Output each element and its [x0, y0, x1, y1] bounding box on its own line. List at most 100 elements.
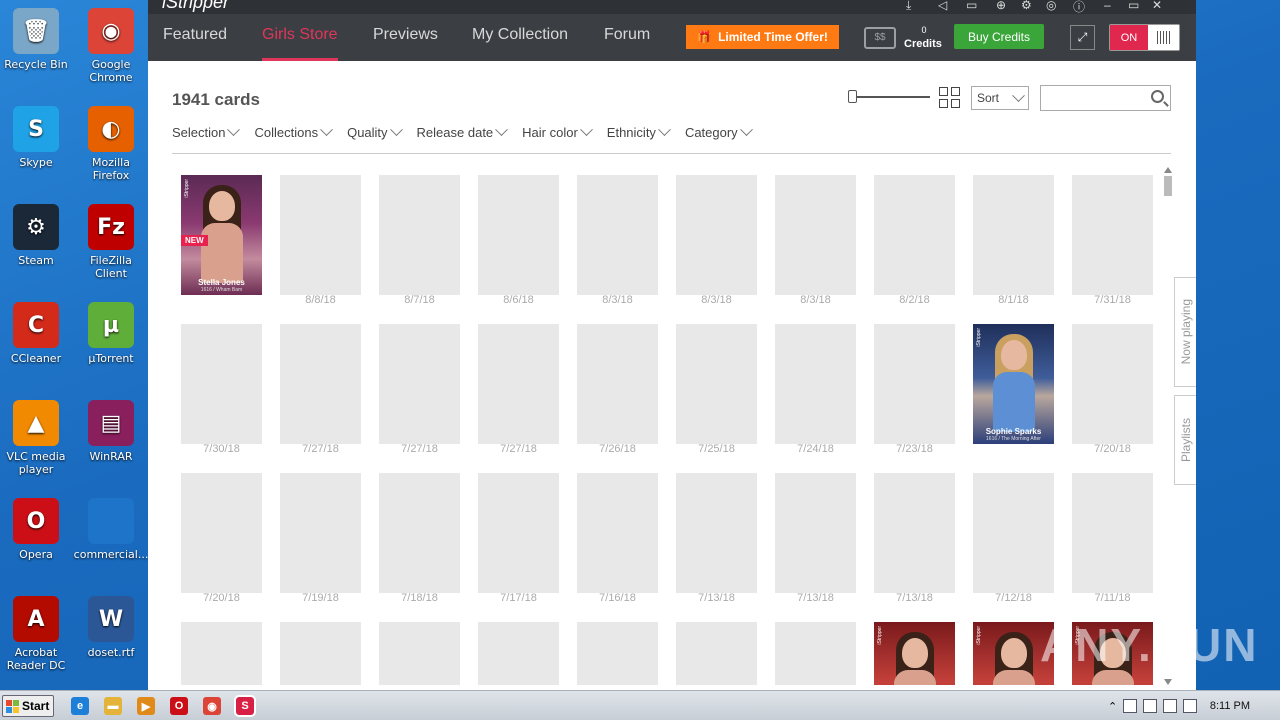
- card-placeholder[interactable]: 7/25/18: [676, 324, 757, 455]
- slider-knob[interactable]: [848, 90, 857, 103]
- istripper-icon[interactable]: S: [234, 695, 256, 717]
- card-placeholder[interactable]: 8/8/18: [280, 175, 361, 306]
- card-placeholder[interactable]: [775, 622, 856, 685]
- desktop-shortcut[interactable]: A Acrobat Reader DC: [0, 596, 74, 672]
- desktop-shortcut[interactable]: Fz FileZilla Client: [73, 204, 149, 280]
- desktop-shortcut[interactable]: O Opera: [0, 498, 74, 561]
- filter-dropdown[interactable]: Quality: [347, 123, 403, 140]
- card-placeholder[interactable]: 7/26/18: [577, 324, 658, 455]
- card-placeholder[interactable]: [478, 622, 559, 685]
- card-placeholder[interactable]: [676, 622, 757, 685]
- card-placeholder[interactable]: [280, 622, 361, 685]
- limited-offer-button[interactable]: 🎁 Limited Time Offer!: [686, 25, 839, 49]
- desktop-shortcut[interactable]: ◐ Mozilla Firefox: [73, 106, 149, 182]
- filter-dropdown[interactable]: Selection: [172, 123, 241, 140]
- model-card[interactable]: iStripper NEW Stella Jones1616 / Wham Bam8…: [181, 175, 262, 295]
- card-placeholder[interactable]: 7/13/18: [676, 473, 757, 604]
- desktop-shortcut[interactable]: 🗑 Recycle Bin: [0, 8, 74, 71]
- card-placeholder[interactable]: 8/1/18: [973, 175, 1054, 306]
- card-placeholder[interactable]: 8/3/18: [577, 175, 658, 306]
- card-placeholder[interactable]: 7/11/18: [1072, 473, 1153, 604]
- flag-icon[interactable]: [1123, 699, 1138, 713]
- scroll-thumb[interactable]: [1164, 176, 1172, 196]
- card-placeholder[interactable]: 8/2/18: [874, 175, 955, 306]
- card-placeholder[interactable]: [181, 622, 262, 685]
- card-placeholder[interactable]: 7/13/18: [775, 473, 856, 604]
- filter-dropdown[interactable]: Ethnicity: [607, 123, 671, 140]
- network-icon[interactable]: [1143, 699, 1158, 713]
- card-placeholder[interactable]: 7/27/18: [280, 324, 361, 455]
- search-icon[interactable]: [1151, 90, 1164, 103]
- ie-icon[interactable]: e: [71, 697, 89, 715]
- card-placeholder[interactable]: [577, 622, 658, 685]
- desktop-shortcut[interactable]: µ µTorrent: [73, 302, 149, 365]
- gear-icon[interactable]: ⚙: [1021, 0, 1032, 12]
- desktop-shortcut[interactable]: ⚙ Steam: [0, 204, 74, 267]
- search-box[interactable]: [1040, 85, 1171, 111]
- help-icon[interactable]: ◎: [1046, 0, 1056, 12]
- card-placeholder[interactable]: 8/3/18: [676, 175, 757, 306]
- tab-featured[interactable]: Featured: [163, 26, 227, 44]
- card-placeholder[interactable]: 8/6/18: [478, 175, 559, 306]
- card-placeholder[interactable]: 7/13/18: [874, 473, 955, 604]
- model-card[interactable]: iStripper: [874, 622, 955, 685]
- maximize-icon[interactable]: ▭: [1128, 0, 1139, 12]
- scroll-down-icon[interactable]: [1164, 679, 1172, 685]
- card-placeholder[interactable]: 8/7/18: [379, 175, 460, 306]
- notify-icon[interactable]: ◁: [938, 0, 947, 12]
- card-placeholder[interactable]: 7/12/18: [973, 473, 1054, 604]
- minimize-icon[interactable]: –: [1104, 0, 1111, 12]
- explorer-icon[interactable]: ▬: [104, 697, 122, 715]
- chrome-icon[interactable]: ◉: [203, 697, 221, 715]
- playlists-tab[interactable]: Playlists: [1174, 395, 1196, 485]
- fullscreen-icon[interactable]: ⤢: [1070, 25, 1095, 50]
- power-icon[interactable]: [1183, 699, 1198, 713]
- filter-dropdown[interactable]: Hair color: [522, 123, 593, 140]
- desktop-shortcut[interactable]: C CCleaner: [0, 302, 74, 365]
- card-placeholder[interactable]: 7/20/18: [181, 473, 262, 604]
- close-icon[interactable]: ✕: [1152, 0, 1162, 12]
- buy-credits-button[interactable]: Buy Credits: [954, 24, 1044, 49]
- tab-previews[interactable]: Previews: [373, 26, 438, 44]
- desktop-shortcut[interactable]: ▲ VLC media player: [0, 400, 74, 476]
- scroll-up-icon[interactable]: [1164, 167, 1172, 173]
- search-input[interactable]: [1044, 87, 1144, 109]
- tab-my-collection[interactable]: My Collection: [472, 26, 568, 44]
- card-placeholder[interactable]: 7/27/18: [379, 324, 460, 455]
- card-placeholder[interactable]: 7/19/18: [280, 473, 361, 604]
- card-placeholder[interactable]: 8/3/18: [775, 175, 856, 306]
- start-button[interactable]: Start: [2, 695, 54, 717]
- card-size-slider[interactable]: [848, 90, 930, 103]
- on-off-toggle[interactable]: ON: [1109, 24, 1180, 51]
- desktop-shortcut[interactable]: ◉ Google Chrome: [73, 8, 149, 84]
- card-placeholder[interactable]: 7/27/18: [478, 324, 559, 455]
- desktop-shortcut[interactable]: S Skype: [0, 106, 74, 169]
- filter-dropdown[interactable]: Category: [685, 123, 753, 140]
- display-icon[interactable]: ▭: [966, 0, 977, 12]
- card-placeholder[interactable]: 7/31/18: [1072, 175, 1153, 306]
- card-placeholder[interactable]: 7/18/18: [379, 473, 460, 604]
- filter-dropdown[interactable]: Release date: [417, 123, 509, 140]
- card-placeholder[interactable]: 7/30/18: [181, 324, 262, 455]
- user-icon[interactable]: ⊕: [996, 0, 1006, 12]
- model-card[interactable]: iStripper Sophie Sparks 1616 / The Morning…: [973, 324, 1054, 444]
- scrollbar[interactable]: [1164, 167, 1172, 685]
- tab-girls-store[interactable]: Girls Store: [262, 26, 338, 61]
- clock[interactable]: 8:11 PM: [1210, 700, 1250, 712]
- volume-icon[interactable]: [1163, 699, 1178, 713]
- card-placeholder[interactable]: 7/17/18: [478, 473, 559, 604]
- card-placeholder[interactable]: 7/20/18: [1072, 324, 1153, 455]
- download-icon[interactable]: ⤓: [906, 0, 911, 13]
- card-placeholder[interactable]: 7/23/18: [874, 324, 955, 455]
- desktop-shortcut[interactable]: ▤ WinRAR: [73, 400, 149, 463]
- desktop-shortcut[interactable]: commercial...: [73, 498, 149, 561]
- filter-dropdown[interactable]: Collections: [254, 123, 333, 140]
- card-placeholder[interactable]: 7/24/18: [775, 324, 856, 455]
- tray-expand-icon[interactable]: ⌃: [1108, 700, 1117, 713]
- card-placeholder[interactable]: 7/16/18: [577, 473, 658, 604]
- sort-dropdown[interactable]: Sort: [971, 86, 1029, 110]
- grid-view-icon[interactable]: [939, 87, 960, 108]
- opera-icon[interactable]: O: [170, 697, 188, 715]
- info-icon[interactable]: ⓘ: [1073, 0, 1085, 15]
- card-placeholder[interactable]: [379, 622, 460, 685]
